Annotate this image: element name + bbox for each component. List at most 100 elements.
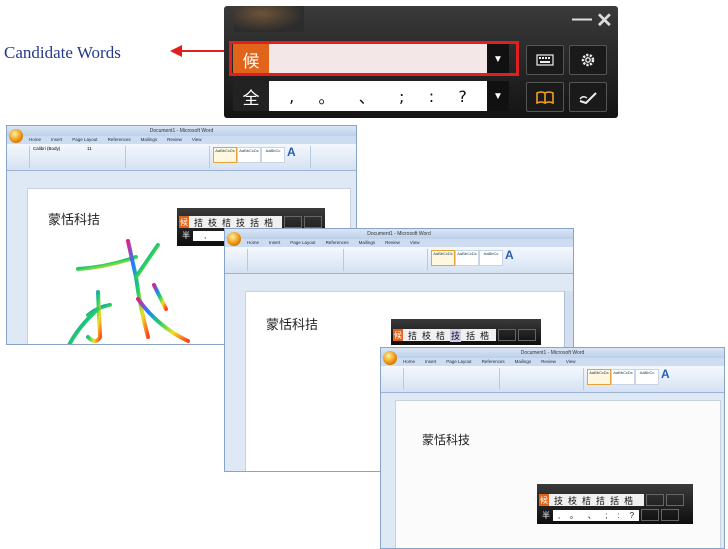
tab-insert[interactable]: Insert xyxy=(51,136,62,144)
punct-question[interactable]: ? xyxy=(458,87,467,106)
mini-candidate-mode[interactable]: 候 xyxy=(179,216,189,228)
mini-half-width-toggle[interactable]: 半 xyxy=(539,510,553,521)
mini-settings-button[interactable] xyxy=(304,216,322,228)
punct-comma[interactable]: , xyxy=(289,87,294,106)
tab-view[interactable]: View xyxy=(566,358,576,366)
mini-candidate-list[interactable]: 技 枝 桔 拮 括 梏 xyxy=(549,494,644,507)
tab-references[interactable]: References xyxy=(326,239,349,247)
candidate-5[interactable]: 括 xyxy=(466,329,475,342)
office-button[interactable] xyxy=(9,129,23,143)
candidate-6[interactable]: 梏 xyxy=(624,494,633,507)
mini-candidate-mode[interactable]: 候 xyxy=(539,494,549,506)
mini-punct-5[interactable]: : xyxy=(618,511,620,520)
candidate-1[interactable]: 技 xyxy=(554,494,563,507)
tab-mailings[interactable]: Mailings xyxy=(515,358,532,366)
punct-colon[interactable]: : xyxy=(429,87,434,106)
style-no-spacing[interactable]: AaBbCcDc xyxy=(237,147,261,163)
dictionary-button[interactable] xyxy=(526,82,564,112)
style-heading-1[interactable]: AaBbCc xyxy=(635,369,659,385)
candidate-3[interactable]: 桔 xyxy=(222,216,231,229)
tab-insert[interactable]: Insert xyxy=(269,239,280,247)
style-no-spacing[interactable]: AaBbCcDc xyxy=(455,250,479,266)
style-no-spacing[interactable]: AaBbCcDc xyxy=(611,369,635,385)
office-button[interactable] xyxy=(227,232,241,246)
keyboard-button[interactable] xyxy=(526,45,564,75)
style-heading-1[interactable]: AaBbCc xyxy=(261,147,285,163)
candidate-highlight-box xyxy=(229,41,519,76)
candidate-2[interactable]: 枝 xyxy=(568,494,577,507)
candidate-5[interactable]: 括 xyxy=(250,216,259,229)
mini-punct-1[interactable]: , xyxy=(558,511,560,520)
mini-candidate-mode[interactable]: 候 xyxy=(393,329,403,341)
mini-punct-4[interactable]: ; xyxy=(606,511,608,520)
candidate-2[interactable]: 枝 xyxy=(208,216,217,229)
tab-home[interactable]: Home xyxy=(247,239,259,247)
style-heading-1[interactable]: AaBbCc xyxy=(479,250,503,266)
candidate-4[interactable]: 技 xyxy=(450,328,462,342)
minimize-button[interactable]: — xyxy=(572,8,592,31)
tab-references[interactable]: References xyxy=(482,358,505,366)
mini-punct-6[interactable]: ? xyxy=(630,511,634,520)
tab-page-layout[interactable]: Page Layout xyxy=(446,358,471,366)
tab-references[interactable]: References xyxy=(108,136,131,144)
tab-view[interactable]: View xyxy=(192,136,202,144)
mini-half-width-toggle[interactable]: 半 xyxy=(179,230,193,241)
change-styles-icon[interactable]: A xyxy=(505,248,514,262)
candidate-4[interactable]: 技 xyxy=(236,216,245,229)
candidate-6[interactable]: 梏 xyxy=(264,216,273,229)
style-normal[interactable]: AaBbCcDc xyxy=(431,250,455,266)
punctuation-bar[interactable]: , 。 、 ; : ? xyxy=(269,81,487,111)
punct-semicolon[interactable]: ; xyxy=(399,87,404,106)
mini-candidate-list[interactable]: 拮 枝 桔 技 括 梏 xyxy=(403,328,496,342)
tab-mailings[interactable]: Mailings xyxy=(141,136,158,144)
candidate-1[interactable]: 拮 xyxy=(194,216,203,229)
mini-handwriting-button[interactable] xyxy=(661,509,679,521)
candidate-3[interactable]: 桔 xyxy=(582,494,591,507)
style-normal[interactable]: AaBbCcDc xyxy=(213,147,237,163)
mini-keyboard-button[interactable] xyxy=(284,216,302,228)
change-styles-icon[interactable]: A xyxy=(287,145,296,159)
document-page[interactable]: 蒙恬科技 xyxy=(395,400,721,548)
mini-punctuation-bar[interactable]: , 。 、 ; : ? xyxy=(553,509,639,521)
book-icon xyxy=(536,91,554,104)
tab-page-layout[interactable]: Page Layout xyxy=(72,136,97,144)
font-group xyxy=(403,368,500,390)
punctuation-dropdown-button[interactable]: ▼ xyxy=(487,81,509,111)
full-width-toggle[interactable]: 全 xyxy=(233,81,269,111)
tab-view[interactable]: View xyxy=(410,239,420,247)
candidate-2[interactable]: 枝 xyxy=(422,329,431,342)
document-text: 蒙恬科拮 xyxy=(48,213,101,228)
tab-page-layout[interactable]: Page Layout xyxy=(290,239,315,247)
change-styles-icon[interactable]: A xyxy=(661,367,670,381)
punct-enum-comma[interactable]: 、 xyxy=(359,84,375,108)
tab-home[interactable]: Home xyxy=(403,358,415,366)
tab-home[interactable]: Home xyxy=(29,136,41,144)
mini-settings-button[interactable] xyxy=(518,329,536,341)
style-normal[interactable]: AaBbCcDc xyxy=(587,369,611,385)
mini-punct-1[interactable]: , xyxy=(204,231,206,240)
mini-punct-2[interactable]: 。 xyxy=(570,510,578,521)
mini-ime-panel-3: 候 技 枝 桔 拮 括 梏 半 , 。 、 ; : ? xyxy=(537,484,693,524)
mini-candidate-list[interactable]: 拮 枝 桔 技 括 梏 xyxy=(189,216,282,229)
handwriting-button[interactable] xyxy=(569,82,607,112)
tab-insert[interactable]: Insert xyxy=(425,358,436,366)
tab-review[interactable]: Review xyxy=(385,239,400,247)
mini-settings-button[interactable] xyxy=(666,494,684,506)
candidate-6[interactable]: 梏 xyxy=(480,329,489,342)
mini-keyboard-button[interactable] xyxy=(498,329,516,341)
settings-button[interactable] xyxy=(569,45,607,75)
punct-period[interactable]: 。 xyxy=(318,84,334,108)
tab-mailings[interactable]: Mailings xyxy=(359,239,376,247)
candidate-3[interactable]: 桔 xyxy=(436,329,445,342)
candidate-words-label: Candidate Words xyxy=(4,43,121,62)
tab-review[interactable]: Review xyxy=(541,358,556,366)
mini-keyboard-button[interactable] xyxy=(646,494,664,506)
close-button[interactable]: ✕ xyxy=(596,8,613,33)
candidate-4[interactable]: 拮 xyxy=(596,494,605,507)
mini-punct-3[interactable]: 、 xyxy=(588,510,596,521)
candidate-5[interactable]: 括 xyxy=(610,494,619,507)
tab-review[interactable]: Review xyxy=(167,136,182,144)
mini-dictionary-button[interactable] xyxy=(641,509,659,521)
candidate-1[interactable]: 拮 xyxy=(408,329,417,342)
office-button[interactable] xyxy=(383,351,397,365)
